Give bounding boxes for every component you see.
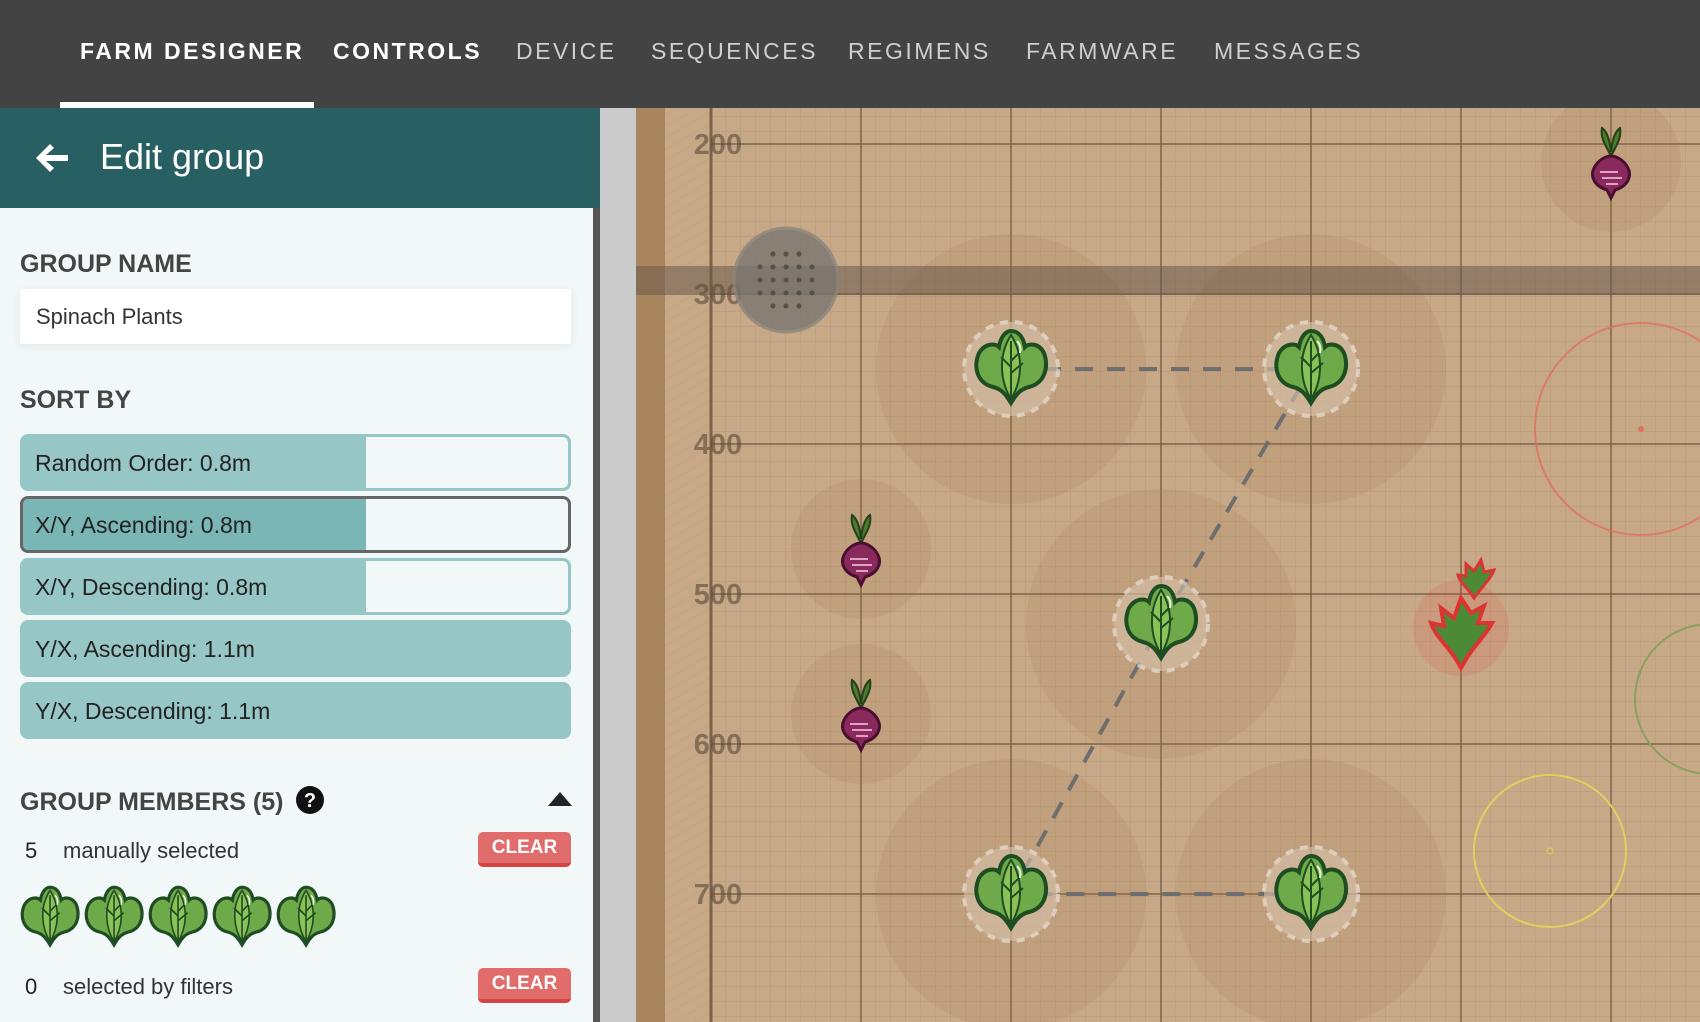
manual-text: manually selected: [63, 838, 240, 863]
clear-filters-button[interactable]: CLEAR: [478, 968, 571, 1003]
group-members-label: GROUP MEMBERS (5): [20, 788, 284, 816]
sort-option-label: Y/X, Descending: 1.1m: [35, 698, 271, 724]
spinach-icon[interactable]: [18, 884, 82, 948]
clear-manual-button[interactable]: CLEAR: [478, 832, 571, 867]
tool-slot-hole: [770, 251, 776, 257]
edit-group-panel: GROUP NAME SORT BY Random Order: 0.8m X/Y…: [0, 208, 593, 1022]
spinach-plant[interactable]: [1262, 845, 1360, 943]
tool-slot[interactable]: [732, 226, 840, 334]
panel-header: Edit group: [0, 108, 600, 208]
tool-slot-hole: [783, 303, 789, 309]
tool-slot-hole: [809, 277, 815, 283]
tool-slot-hole: [796, 277, 802, 283]
filter-text: selected by filters: [63, 974, 233, 999]
tool-slot-hole: [770, 290, 776, 296]
spinach-icon[interactable]: [82, 884, 146, 948]
panel-title: Edit group: [100, 136, 265, 177]
filter-count: 0: [25, 974, 38, 999]
tool-slot-hole: [757, 290, 763, 296]
question-circle-icon[interactable]: ?: [296, 786, 324, 814]
nav-controls[interactable]: CONTROLS: [333, 38, 482, 65]
spinach-plant[interactable]: [962, 845, 1060, 943]
y-axis-label: 600: [694, 729, 742, 761]
sort-option[interactable]: Y/X, Ascending: 1.1m: [20, 620, 571, 677]
tool-slot-hole: [757, 264, 763, 270]
nav-messages[interactable]: MESSAGES: [1214, 38, 1363, 65]
top-nav: FARM DESIGNER CONTROLS DEVICE SEQUENCES …: [0, 0, 1700, 108]
nav-sequences[interactable]: SEQUENCES: [651, 38, 818, 65]
spinach-plant[interactable]: [1262, 320, 1360, 418]
y-axis-label: 400: [694, 429, 742, 461]
caret-up-icon[interactable]: [548, 792, 572, 806]
y-axis-label: 500: [694, 579, 742, 611]
nav-regimens[interactable]: REGIMENS: [848, 38, 991, 65]
nav-farmware[interactable]: FARMWARE: [1026, 38, 1178, 65]
sort-option[interactable]: Y/X, Descending: 1.1m: [20, 682, 571, 739]
sort-option-label: Random Order: 0.8m: [35, 450, 252, 476]
spinach-icon[interactable]: [274, 884, 338, 948]
y-axis-label: 200: [694, 129, 742, 161]
sort-option[interactable]: Random Order: 0.8m: [20, 434, 571, 491]
tool-slot-hole: [783, 277, 789, 283]
tool-slot-hole: [783, 264, 789, 270]
tool-slot-hole: [809, 290, 815, 296]
sort-option-label: X/Y, Descending: 0.8m: [35, 574, 268, 600]
tool-slot-hole: [757, 277, 763, 283]
tool-slot-hole: [796, 303, 802, 309]
group-name-input[interactable]: [20, 289, 571, 344]
sidebar-scrollbar[interactable]: [593, 208, 600, 1022]
tool-slot-hole: [770, 303, 776, 309]
spinach-plant[interactable]: [962, 320, 1060, 418]
arrow-left-icon[interactable]: [32, 138, 72, 178]
group-name-label: GROUP NAME: [20, 250, 192, 278]
tool-slot-hole: [809, 264, 815, 270]
tool-slot-hole: [770, 264, 776, 270]
path-length-remainder: [366, 499, 568, 550]
spinach-plant[interactable]: [1112, 575, 1210, 673]
sort-option-label: Y/X, Ascending: 1.1m: [35, 636, 255, 662]
map-margin: [600, 108, 636, 1022]
tool-slot-hole: [783, 290, 789, 296]
tool-slot-hole: [796, 290, 802, 296]
y-axis-label: 700: [694, 879, 742, 911]
path-length-remainder: [366, 437, 568, 488]
sort-option-label: X/Y, Ascending: 0.8m: [35, 512, 252, 538]
point-red-center: [1638, 426, 1644, 432]
spinach-icon[interactable]: [210, 884, 274, 948]
nav-farm-designer[interactable]: FARM DESIGNER: [80, 38, 304, 65]
manual-count: 5: [25, 838, 38, 863]
tool-slot-hole: [770, 277, 776, 283]
tool-slot-hole: [783, 251, 789, 257]
svg-text:?: ?: [304, 790, 316, 812]
sort-option[interactable]: X/Y, Ascending: 0.8m: [20, 496, 571, 553]
tool-slot-hole: [796, 264, 802, 270]
nav-device[interactable]: DEVICE: [516, 38, 617, 65]
sort-option[interactable]: X/Y, Descending: 0.8m: [20, 558, 571, 615]
tool-slot-hole: [796, 251, 802, 257]
path-length-remainder: [366, 561, 568, 612]
farm-map[interactable]: 200300400500600700: [636, 108, 1700, 1022]
spinach-icon[interactable]: [146, 884, 210, 948]
map-border: [636, 108, 665, 1022]
sort-by-label: SORT BY: [20, 386, 132, 414]
